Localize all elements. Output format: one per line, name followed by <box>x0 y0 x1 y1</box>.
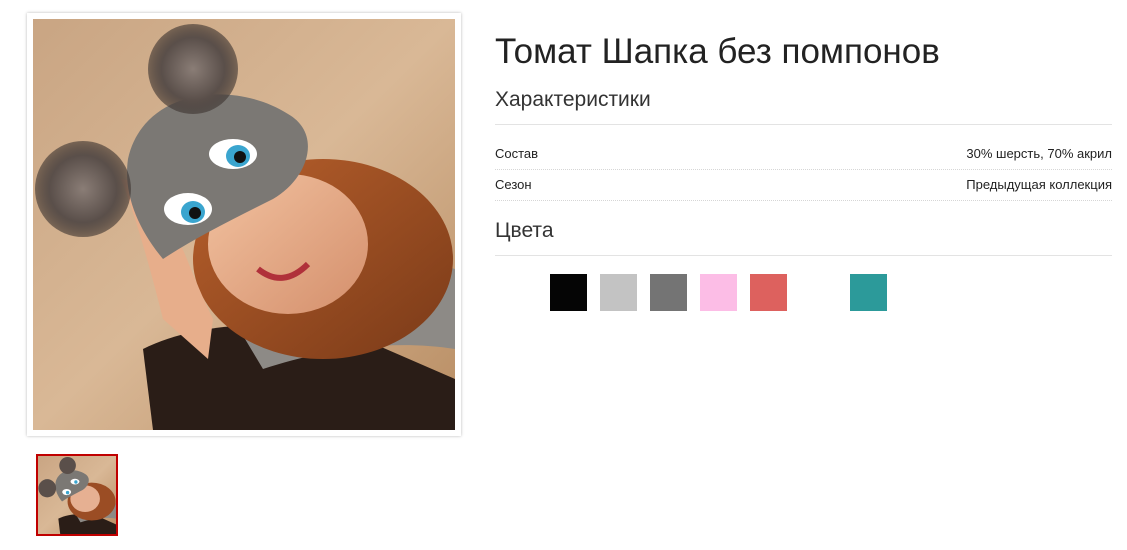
thumbnail-image <box>38 456 116 534</box>
color-swatch-teal[interactable] <box>850 274 887 311</box>
color-swatch-white[interactable] <box>500 274 537 311</box>
property-row-season: Сезон Предыдущая коллекция <box>495 170 1112 201</box>
characteristics-table: Состав 30% шерсть, 70% акрил Сезон Преды… <box>495 139 1112 201</box>
property-value: Предыдущая коллекция <box>966 177 1112 192</box>
product-info: Томат Шапка без помпонов Характеристики … <box>495 28 1112 311</box>
product-title: Томат Шапка без помпонов <box>495 32 940 71</box>
characteristics-heading: Характеристики <box>495 86 1112 125</box>
product-page: Томат Шапка без помпонов Характеристики … <box>0 0 1127 550</box>
product-image[interactable] <box>33 19 455 430</box>
product-photo-illustration <box>33 19 455 430</box>
main-product-photo[interactable] <box>27 13 461 436</box>
color-swatch-pink[interactable] <box>700 274 737 311</box>
property-label: Сезон <box>495 177 532 192</box>
color-swatch-dark-gray[interactable] <box>650 274 687 311</box>
property-row-composition: Состав 30% шерсть, 70% акрил <box>495 139 1112 170</box>
property-label: Состав <box>495 146 539 161</box>
color-swatch-black[interactable] <box>550 274 587 311</box>
color-swatch-white[interactable] <box>800 274 837 311</box>
property-value: 30% шерсть, 70% акрил <box>966 146 1112 161</box>
colors-heading: Цвета <box>495 217 1112 256</box>
color-swatch-light-gray[interactable] <box>600 274 637 311</box>
color-swatch-coral[interactable] <box>750 274 787 311</box>
thumbnail-selected[interactable] <box>36 454 118 536</box>
